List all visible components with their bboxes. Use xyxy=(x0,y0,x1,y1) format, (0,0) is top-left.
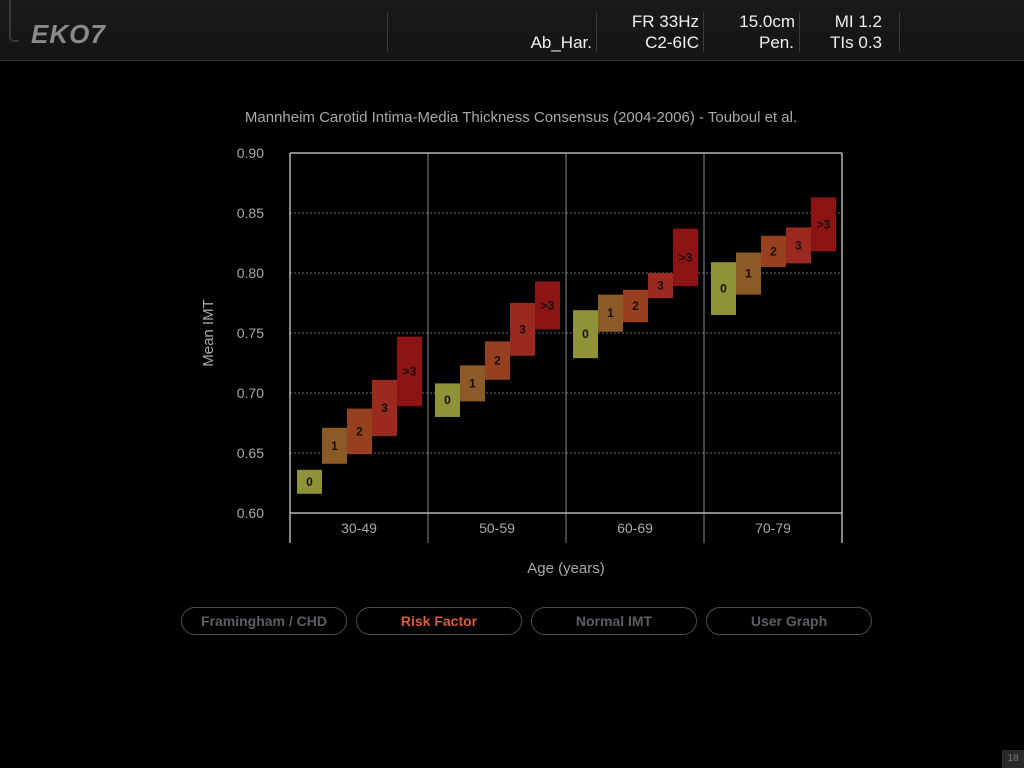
risk-level-label: >3 xyxy=(403,364,417,378)
risk-level-label: 3 xyxy=(381,401,388,415)
tab-risk-factor[interactable]: Risk Factor xyxy=(356,607,522,635)
y-tick-label: 0.60 xyxy=(237,505,264,521)
tab-framingham-chd[interactable]: Framingham / CHD xyxy=(181,607,347,635)
risk-level-label: 0 xyxy=(720,282,727,296)
risk-level-label: 1 xyxy=(331,439,338,453)
x-tick-label: 70-79 xyxy=(755,520,791,536)
risk-level-label: 2 xyxy=(356,424,363,438)
risk-level-label: 3 xyxy=(519,322,526,336)
y-tick-label: 0.80 xyxy=(237,265,264,281)
risk-level-label: 1 xyxy=(745,267,752,281)
risk-level-label: >3 xyxy=(541,298,555,312)
risk-level-label: 2 xyxy=(494,354,501,368)
imt-chart: 0.60 0.65 0.70 0.75 0.80 0.85 0.90 30-49 50-59 60… xyxy=(200,145,843,577)
y-tick-label: 0.70 xyxy=(237,385,264,401)
tab-normal-imt[interactable]: Normal IMT xyxy=(531,607,697,635)
y-tick-label: 0.75 xyxy=(237,325,264,341)
risk-level-label: 1 xyxy=(607,306,614,320)
risk-level-label: 3 xyxy=(657,279,664,293)
y-tick-label: 0.85 xyxy=(237,205,264,221)
y-tick-label: 0.90 xyxy=(237,145,264,161)
risk-level-label: >3 xyxy=(817,217,831,231)
x-tick-label: 60-69 xyxy=(617,520,653,536)
y-tick-label: 0.65 xyxy=(237,445,264,461)
risk-level-label: >3 xyxy=(679,250,693,264)
y-axis-title: Mean IMT xyxy=(200,299,217,367)
risk-level-label: 0 xyxy=(306,475,313,489)
risk-level-label: 2 xyxy=(770,244,777,258)
risk-level-label: 2 xyxy=(632,299,639,313)
x-tick-label: 50-59 xyxy=(479,520,515,536)
x-tick-label: 30-49 xyxy=(341,520,377,536)
risk-level-label: 3 xyxy=(795,238,802,252)
risk-level-label: 0 xyxy=(444,393,451,407)
page-number: 18 xyxy=(1002,750,1024,768)
risk-level-label: 1 xyxy=(469,376,476,390)
tab-user-graph[interactable]: User Graph xyxy=(706,607,872,635)
risk-level-label: 0 xyxy=(582,327,589,341)
x-axis-title: Age (years) xyxy=(527,560,605,577)
